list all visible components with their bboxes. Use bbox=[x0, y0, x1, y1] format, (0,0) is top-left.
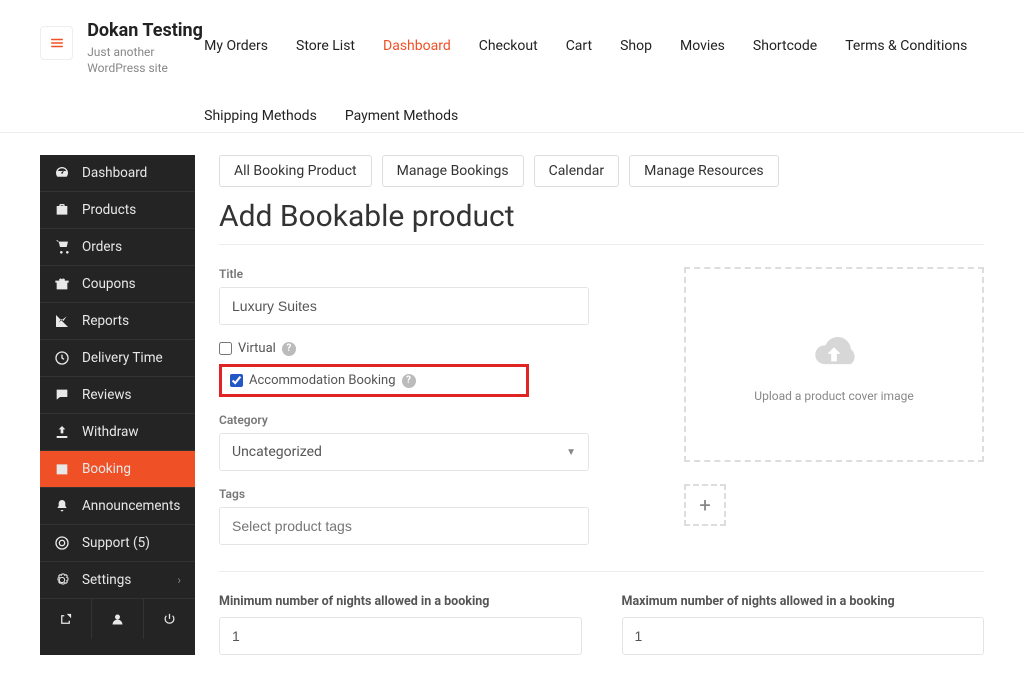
virtual-checkbox[interactable] bbox=[219, 342, 232, 355]
sidebar-item-settings[interactable]: Settings › bbox=[40, 562, 195, 599]
sidebar-item-label: Settings bbox=[82, 572, 131, 588]
gift-icon bbox=[54, 276, 70, 292]
sidebar-item-label: Announcements bbox=[82, 498, 180, 514]
category-select[interactable]: Uncategorized ▼ bbox=[219, 433, 589, 471]
virtual-checkbox-row[interactable]: Virtual ? bbox=[219, 341, 654, 356]
nav-store-list[interactable]: Store List bbox=[296, 30, 355, 62]
accommodation-checkbox[interactable] bbox=[230, 374, 243, 387]
nav-shortcode[interactable]: Shortcode bbox=[753, 30, 817, 62]
nav-checkout[interactable]: Checkout bbox=[479, 30, 538, 62]
tags-input[interactable] bbox=[219, 507, 589, 545]
comment-icon bbox=[54, 387, 70, 403]
category-value: Uncategorized bbox=[232, 444, 322, 460]
sidebar-item-label: Dashboard bbox=[82, 165, 147, 181]
add-gallery-tile[interactable]: + bbox=[684, 484, 726, 526]
sidebar-item-coupons[interactable]: Coupons bbox=[40, 266, 195, 303]
life-ring-icon bbox=[54, 535, 70, 551]
sidebar-item-label: Support (5) bbox=[82, 535, 150, 551]
site-title: Dokan Testing bbox=[87, 20, 204, 41]
sidebar-item-reports[interactable]: Reports bbox=[40, 303, 195, 340]
nav-shipping[interactable]: Shipping Methods bbox=[204, 100, 317, 132]
vendor-sidebar: Dashboard Products Orders Coupons Report… bbox=[40, 155, 195, 655]
sidebar-item-label: Coupons bbox=[82, 276, 136, 292]
sidebar-item-booking[interactable]: Booking bbox=[40, 451, 195, 488]
nav-cart[interactable]: Cart bbox=[566, 30, 592, 62]
sidebar-item-support[interactable]: Support (5) bbox=[40, 525, 195, 562]
category-label: Category bbox=[219, 413, 654, 427]
sidebar-item-withdraw[interactable]: Withdraw bbox=[40, 414, 195, 451]
title-label: Title bbox=[219, 267, 654, 281]
sidebar-item-label: Delivery Time bbox=[82, 350, 163, 366]
gauge-icon bbox=[54, 165, 70, 181]
sidebar-item-label: Products bbox=[82, 202, 136, 218]
nav-shop[interactable]: Shop bbox=[620, 30, 652, 62]
gear-icon bbox=[54, 572, 70, 588]
chart-icon bbox=[54, 313, 70, 329]
sidebar-item-label: Reports bbox=[82, 313, 129, 329]
calendar-icon bbox=[54, 461, 70, 477]
page-title: Add Bookable product bbox=[219, 199, 984, 234]
nav-terms[interactable]: Terms & Conditions bbox=[845, 30, 967, 62]
sidebar-item-announcements[interactable]: Announcements bbox=[40, 488, 195, 525]
virtual-label: Virtual bbox=[238, 341, 276, 356]
sidebar-item-products[interactable]: Products bbox=[40, 192, 195, 229]
sidebar-item-label: Orders bbox=[82, 239, 122, 255]
sidebar-item-label: Booking bbox=[82, 461, 131, 477]
accommodation-label: Accommodation Booking bbox=[249, 373, 396, 388]
plus-icon: + bbox=[699, 493, 710, 517]
tab-all-booking-product[interactable]: All Booking Product bbox=[219, 155, 372, 187]
nav-dashboard[interactable]: Dashboard bbox=[383, 30, 451, 62]
tab-calendar[interactable]: Calendar bbox=[534, 155, 620, 187]
main-content: All Booking Product Manage Bookings Cale… bbox=[219, 155, 984, 655]
help-icon[interactable]: ? bbox=[402, 374, 416, 388]
profile-button[interactable] bbox=[92, 599, 144, 639]
hamburger-button[interactable] bbox=[40, 26, 73, 60]
nav-my-orders[interactable]: My Orders bbox=[204, 30, 268, 62]
divider bbox=[219, 244, 984, 245]
external-link-button[interactable] bbox=[40, 599, 92, 639]
briefcase-icon bbox=[54, 202, 70, 218]
help-icon[interactable]: ? bbox=[282, 342, 296, 356]
sidebar-item-label: Reviews bbox=[82, 387, 132, 403]
max-nights-input[interactable] bbox=[622, 617, 985, 655]
chevron-down-icon: ▼ bbox=[566, 447, 576, 458]
min-nights-label: Minimum number of nights allowed in a bo… bbox=[219, 594, 582, 609]
nav-movies[interactable]: Movies bbox=[680, 30, 725, 62]
upload-caption: Upload a product cover image bbox=[754, 389, 913, 403]
cloud-upload-icon bbox=[804, 327, 864, 375]
cover-image-uploader[interactable]: Upload a product cover image bbox=[684, 267, 984, 462]
title-input[interactable] bbox=[219, 287, 589, 325]
power-button[interactable] bbox=[144, 599, 195, 639]
clock-icon bbox=[54, 350, 70, 366]
sidebar-item-orders[interactable]: Orders bbox=[40, 229, 195, 266]
accommodation-checkbox-row[interactable]: Accommodation Booking ? bbox=[230, 373, 518, 388]
tags-label: Tags bbox=[219, 487, 654, 501]
tab-manage-resources[interactable]: Manage Resources bbox=[629, 155, 779, 187]
sidebar-item-reviews[interactable]: Reviews bbox=[40, 377, 195, 414]
upload-icon bbox=[54, 424, 70, 440]
min-nights-input[interactable] bbox=[219, 617, 582, 655]
max-nights-label: Maximum number of nights allowed in a bo… bbox=[622, 594, 985, 609]
sidebar-footer bbox=[40, 599, 195, 639]
cart-icon bbox=[54, 239, 70, 255]
site-tagline: Just another WordPress site bbox=[87, 45, 204, 76]
divider bbox=[219, 571, 984, 572]
sidebar-item-delivery[interactable]: Delivery Time bbox=[40, 340, 195, 377]
sidebar-item-label: Withdraw bbox=[82, 424, 139, 440]
tab-manage-bookings[interactable]: Manage Bookings bbox=[382, 155, 524, 187]
nav-payment[interactable]: Payment Methods bbox=[345, 100, 458, 132]
sidebar-item-dashboard[interactable]: Dashboard bbox=[40, 155, 195, 192]
bell-icon bbox=[54, 498, 70, 514]
accommodation-highlight-box: Accommodation Booking ? bbox=[219, 364, 529, 397]
top-nav: My Orders Store List Dashboard Checkout … bbox=[204, 20, 984, 132]
